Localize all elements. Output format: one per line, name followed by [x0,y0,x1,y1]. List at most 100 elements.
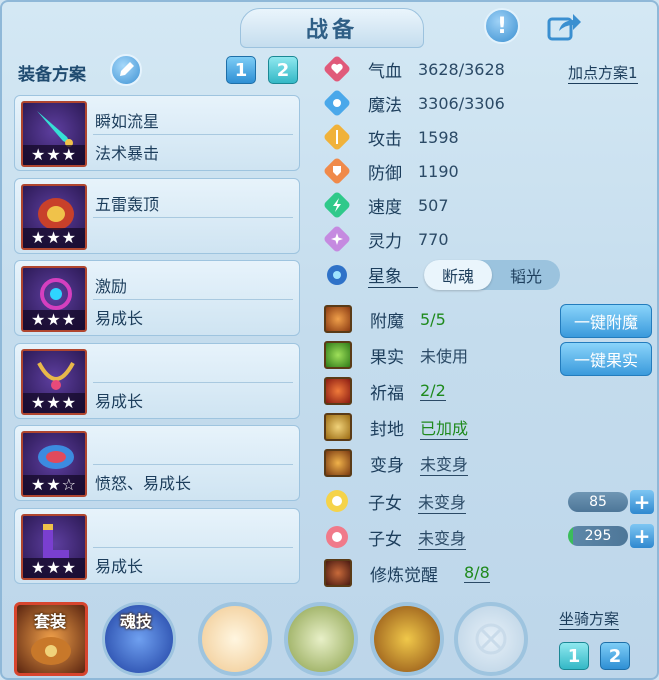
stat-row-star-sign: 星象 [324,260,418,290]
equipment-slot-6[interactable]: ★★★ 易成长 [14,508,300,584]
blade-skill-icon[interactable] [284,602,358,676]
equipment-slot-5[interactable]: ★★☆ 愤怒、易成长 [14,425,300,501]
child-icon [326,526,348,548]
buff-row-cultivation: 修炼觉醒 8/8 [324,558,490,588]
equipment-effect: 易成长 [95,557,144,576]
stat-row-defense: 防御 1190 [324,156,459,186]
enchant-icon [324,305,352,333]
buff-value: 未使用 [420,347,469,366]
star-rating: ★★★ [23,558,85,578]
locked-skill-icon[interactable] [454,602,528,676]
star-rating: ★★☆ [23,475,85,495]
buff-value[interactable]: 未变身 [418,489,467,514]
buff-value[interactable]: 8/8 [464,563,490,583]
battle-prep-panel: 战备 ! 装备方案 1 2 ★★★ 瞬如流星 法术暴击 ★★★ 五雷轰顶 ★★★… [0,0,659,680]
child-1-slider[interactable]: 85 [568,492,628,512]
equipment-effect: 易成长 [95,309,144,328]
divider [93,299,293,300]
child-icon [326,490,348,512]
equipment-effect: 愤怒、易成长 [95,474,192,493]
divider [93,134,293,135]
stat-label: 灵力 [368,231,402,252]
child-2-plus-button[interactable]: + [630,524,654,548]
child-2-slider[interactable]: 295 [568,526,628,546]
equipment-effect: 易成长 [95,392,144,411]
fist-skill-icon[interactable] [198,602,272,676]
stat-label[interactable]: 星象 [368,262,418,288]
equipment-slot-2[interactable]: ★★★ 五雷轰顶 [14,178,300,254]
star-rating: ★★★ [23,393,85,413]
child-1-plus-button[interactable]: + [630,490,654,514]
fruit-icon [324,341,352,369]
cultivation-icon [324,559,352,587]
mount-plan-2-button[interactable]: 2 [600,642,630,670]
equipment-slot-4[interactable]: ★★★ 易成长 [14,343,300,419]
equipment-plan-2-button[interactable]: 2 [268,56,298,84]
stat-row-mp: 魔法 3306/3306 [324,88,505,118]
divider [93,382,293,383]
buff-row-child-1: 子女 未变身 [324,486,467,516]
page-title: 战备 [305,18,358,43]
buff-label: 附魔 [370,311,404,332]
buff-value: 5/5 [420,309,446,329]
stat-label: 魔法 [368,95,402,116]
buff-label: 祈福 [370,383,404,404]
stat-value: 3306/3306 [418,93,505,113]
star-sign-toggle[interactable]: 断魂 韬光 [424,260,560,290]
armor-icon: ★★☆ [21,431,87,497]
defense-icon [324,158,350,184]
star-rating: ★★★ [23,310,85,330]
buff-row-fief: 封地 已加成 [324,412,469,442]
edit-icon[interactable] [110,54,142,86]
one-click-enchant-button[interactable]: 一键附魔 [560,304,652,338]
equipment-slot-3[interactable]: ★★★ 激励 易成长 [14,260,300,336]
equipment-name: 激励 [95,277,128,296]
stat-value: 3628/3628 [418,59,505,79]
spirit-icon [324,226,350,252]
buff-label: 果实 [370,347,404,368]
star-sign-option-1[interactable]: 断魂 [424,260,492,290]
mount-plan-label: 坐骑方案 [559,610,620,630]
equipment-slot-1[interactable]: ★★★ 瞬如流星 法术暴击 [14,95,300,171]
fief-icon [324,413,352,441]
buff-row-transform: 变身 未变身 [324,448,469,478]
divider [93,464,293,465]
stat-label: 速度 [368,197,402,218]
star-rating: ★★★ [23,145,85,165]
stat-value: 770 [418,229,449,249]
attribute-plan-link[interactable]: 加点方案1 [568,62,638,84]
buff-row-fruit: 果实 未使用 [324,340,468,370]
stat-row-speed: 速度 507 [324,190,449,220]
soul-skill-label: 魂技 [120,612,153,631]
star-sign-option-2[interactable]: 韬光 [492,260,560,290]
buff-value[interactable]: 未变身 [418,525,467,550]
mana-icon [324,90,350,116]
stat-value: 1598 [418,127,459,147]
buff-label: 变身 [370,455,404,476]
stat-value: 1190 [418,161,459,181]
buff-value[interactable]: 2/2 [420,381,446,401]
equipment-name: 瞬如流星 [95,112,160,131]
heart-icon [324,56,350,82]
stat-label: 攻击 [368,129,402,150]
equipment-plan-1-button[interactable]: 1 [226,56,256,84]
buff-value[interactable]: 已加成 [420,415,469,440]
divider [93,547,293,548]
transform-icon [324,449,352,477]
helmet-icon: ★★★ [21,184,87,250]
star-rating: ★★★ [23,228,85,248]
suit-label: 套装 [34,612,67,631]
necklace-icon: ★★★ [21,266,87,332]
stat-row-attack: 攻击 1598 [324,122,459,152]
buff-value[interactable]: 未变身 [420,451,469,476]
equipment-name: 五雷轰顶 [95,195,160,214]
boots-icon: ★★★ [21,514,87,580]
buff-label: 封地 [370,419,404,440]
buff-label: 子女 [368,529,402,550]
share-icon[interactable] [547,8,583,44]
warrior-skill-icon[interactable] [370,602,444,676]
info-icon[interactable]: ! [484,8,520,44]
mount-plan-1-button[interactable]: 1 [559,642,589,670]
divider [93,217,293,218]
one-click-fruit-button[interactable]: 一键果实 [560,342,652,376]
